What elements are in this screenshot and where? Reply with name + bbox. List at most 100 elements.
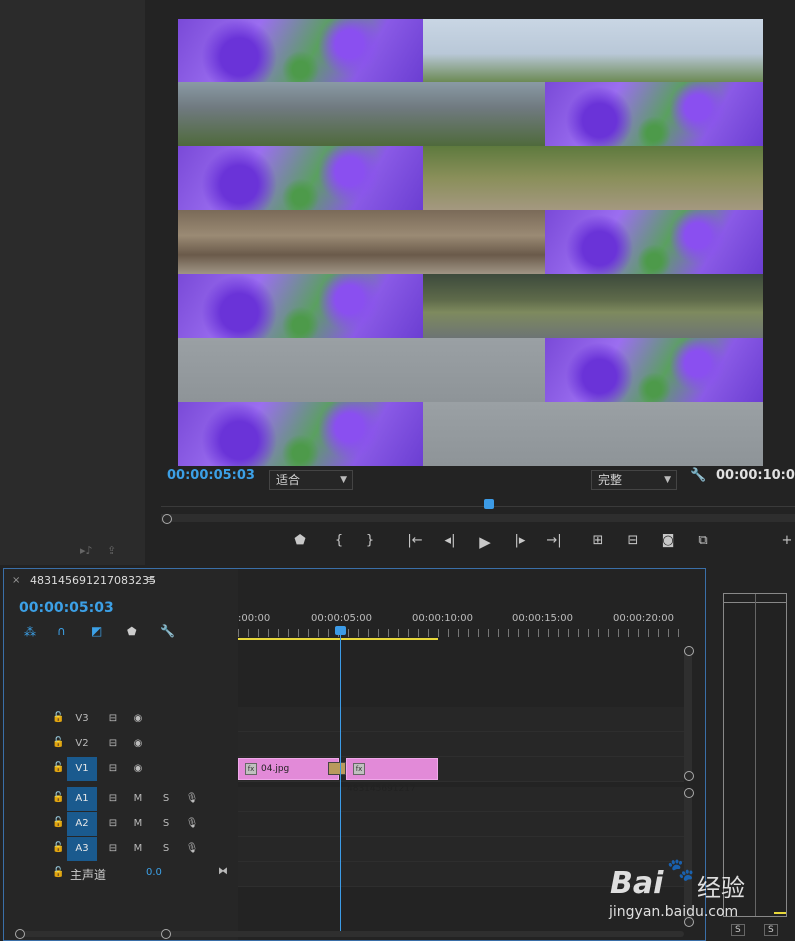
add-marker-icon[interactable]: ⬟ (127, 625, 137, 638)
lock-icon[interactable]: 🔓 (52, 762, 64, 773)
sync-lock-icon[interactable]: ⊟ (101, 707, 125, 731)
track-name[interactable]: A2 (67, 812, 97, 836)
microphone-icon[interactable]: 🎙 (180, 787, 204, 811)
solo-button[interactable]: S (154, 837, 178, 861)
track-name[interactable]: V2 (67, 732, 97, 756)
go-to-in-icon[interactable]: |← (405, 533, 425, 548)
fx-badge[interactable]: fx (245, 762, 257, 775)
nest-toggle-icon[interactable]: ⁂ (24, 625, 36, 639)
mute-button[interactable]: M (126, 812, 150, 836)
step-forward-icon[interactable]: |▸ (510, 533, 530, 548)
track-name[interactable]: A1 (67, 787, 97, 811)
video-tile (178, 402, 423, 466)
track-name[interactable]: V3 (67, 707, 97, 731)
sync-lock-icon[interactable]: ⊟ (101, 837, 125, 861)
insert-audio-icon[interactable]: ▸♪ (80, 544, 93, 557)
track-lane-a1[interactable] (238, 787, 684, 812)
master-volume[interactable]: 0.0 (146, 867, 162, 878)
timeline-tab[interactable]: × 483145691217083235 ≡ (4, 569, 705, 591)
fx-badge[interactable]: fx (353, 762, 365, 775)
lock-icon[interactable]: 🔓 (52, 817, 64, 828)
microphone-icon[interactable]: 🎙 (180, 812, 204, 836)
step-back-icon[interactable]: ◂| (440, 533, 460, 548)
sync-lock-icon[interactable]: ⊟ (101, 757, 125, 781)
zoom-handle[interactable] (162, 514, 172, 524)
add-marker-icon[interactable]: ⬟ (290, 533, 310, 548)
timeline-ruler[interactable] (238, 629, 684, 637)
snap-icon[interactable]: ∩ (57, 624, 66, 638)
extract-icon[interactable]: ⊟ (623, 533, 643, 548)
solo-button[interactable]: S (154, 787, 178, 811)
mark-out-icon[interactable]: } (360, 533, 380, 548)
scroll-handle[interactable] (684, 646, 694, 656)
lock-icon[interactable]: 🔓 (52, 712, 64, 723)
fit-dropdown[interactable]: 适合 ▼ (269, 470, 353, 490)
lock-icon[interactable]: 🔓 (52, 867, 64, 878)
play-icon[interactable]: ▶ (475, 533, 495, 551)
mark-in-icon[interactable]: { (329, 533, 349, 548)
timeline-timecode[interactable]: 00:00:05:03 (19, 600, 114, 616)
clip-nested-sequence[interactable]: fx 483145691217 (346, 758, 438, 794)
lock-icon[interactable]: 🔓 (52, 792, 64, 803)
sync-lock-icon[interactable]: ⊟ (101, 732, 125, 756)
transition-icon[interactable] (328, 762, 346, 775)
hamburger-menu-icon[interactable]: ≡ (146, 573, 155, 586)
program-timecode[interactable]: 00:00:05:03 (167, 468, 255, 490)
chevron-down-icon: ▼ (664, 475, 671, 485)
work-area-bar[interactable] (238, 638, 438, 640)
wrench-icon[interactable]: 🔧 (690, 468, 706, 490)
lift-icon[interactable]: ⊞ (588, 533, 608, 548)
track-lane-a2[interactable] (238, 812, 684, 837)
master-options-icon[interactable]: ⧓ (218, 866, 228, 877)
playhead-line (340, 631, 341, 936)
lock-icon[interactable]: 🔓 (52, 842, 64, 853)
meter-level (774, 912, 786, 914)
scroll-handle[interactable] (161, 929, 171, 939)
export-icon[interactable]: ⇪ (107, 544, 116, 557)
camera-icon[interactable]: ◙ (658, 533, 678, 548)
add-button-icon[interactable]: + (779, 533, 795, 548)
mute-button[interactable]: M (126, 787, 150, 811)
lock-icon[interactable]: 🔓 (52, 737, 64, 748)
video-scrollbar[interactable] (684, 649, 692, 779)
video-tile (545, 82, 763, 146)
mute-button[interactable]: M (126, 837, 150, 861)
eye-icon[interactable]: ◉ (126, 707, 150, 731)
sync-lock-icon[interactable]: ⊟ (101, 787, 125, 811)
monitor-zoom-bar[interactable] (161, 514, 795, 522)
video-tile (423, 402, 763, 466)
quality-dropdown[interactable]: 完整 ▼ (591, 470, 677, 490)
timeline-settings-icon[interactable]: 🔧 (160, 624, 175, 638)
video-tile (545, 338, 763, 402)
solo-button[interactable]: S (154, 812, 178, 836)
monitor-playhead[interactable] (484, 499, 494, 509)
linked-selection-icon[interactable]: ◩ (91, 624, 102, 638)
monitor-ruler[interactable] (161, 500, 795, 507)
clip-label: 483145691217 (347, 784, 416, 794)
scroll-handle[interactable] (15, 929, 25, 939)
eye-icon[interactable]: ◉ (126, 732, 150, 756)
fit-dropdown-value: 适合 (276, 473, 301, 487)
track-name[interactable]: A3 (67, 837, 97, 861)
ruler-label: 00:00:10:00 (412, 613, 474, 624)
track-header-a1: 🔓 A1 ⊟ M S 🎙 (4, 787, 238, 811)
go-to-out-icon[interactable]: →| (544, 533, 564, 548)
track-header-v1: 🔓 V1 ⊟ ◉ (4, 757, 238, 781)
eye-icon[interactable]: ◉ (126, 757, 150, 781)
video-tile (178, 82, 545, 146)
sync-lock-icon[interactable]: ⊟ (101, 812, 125, 836)
watermark-brand-cn: 经验 (697, 874, 745, 902)
horizontal-scrollbar[interactable] (18, 931, 684, 937)
paw-icon: 🐾 (667, 858, 695, 883)
ruler-label: :00:00 (238, 613, 271, 624)
track-name[interactable]: V1 (67, 757, 97, 781)
scroll-handle[interactable] (684, 788, 694, 798)
track-lane-v2[interactable] (238, 732, 684, 757)
microphone-icon[interactable]: 🎙 (180, 837, 204, 861)
watermark-url: jingyan.baidu.com (609, 904, 739, 920)
close-icon[interactable]: × (12, 575, 20, 586)
track-lane-v3[interactable] (238, 707, 684, 732)
clip-04-jpg[interactable]: fx 04.jpg (238, 758, 339, 780)
compare-view-icon[interactable]: ⧉ (693, 533, 713, 548)
scroll-handle[interactable] (684, 771, 694, 781)
